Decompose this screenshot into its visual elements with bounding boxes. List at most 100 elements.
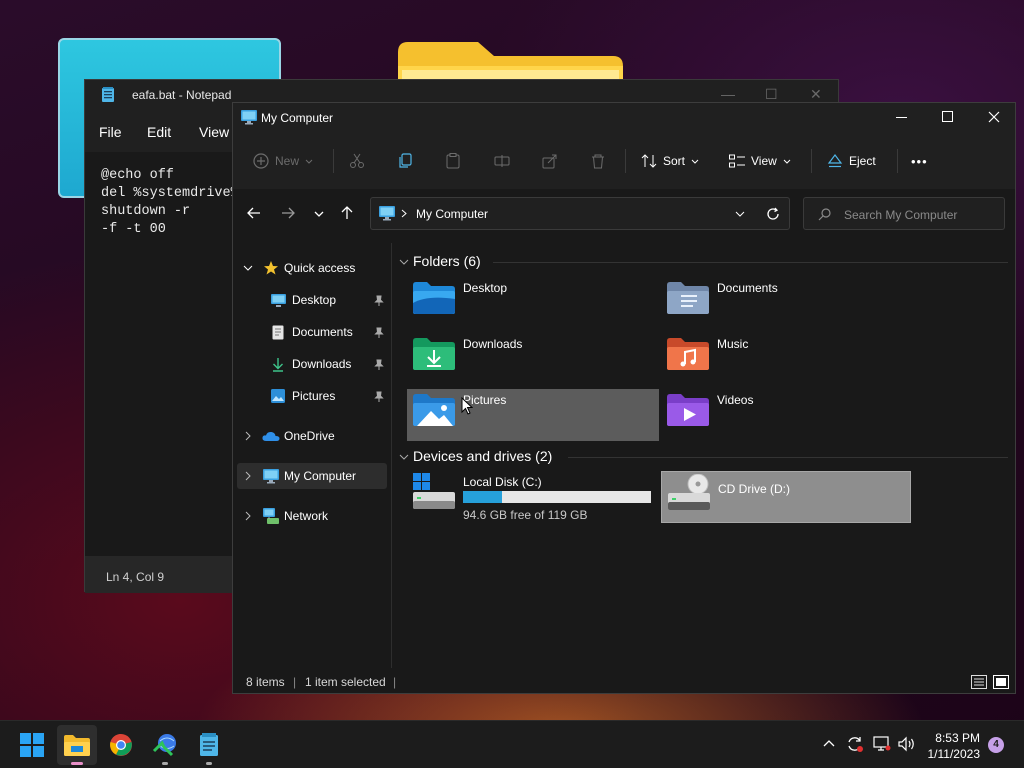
folder-videos[interactable]: Videos xyxy=(661,389,913,441)
sidebar-item-pictures[interactable]: Pictures xyxy=(269,383,389,409)
search-input[interactable]: Search My Computer xyxy=(803,197,1005,230)
local-disk-icon xyxy=(413,473,455,509)
explorer-window[interactable]: My Computer New Sort View Eject ••• My C… xyxy=(232,102,1016,694)
up-arrow-icon[interactable] xyxy=(341,206,353,220)
cloud-icon xyxy=(262,431,280,441)
chrome-icon xyxy=(110,734,132,756)
sidebar-item-desktop[interactable]: Desktop xyxy=(269,287,389,313)
folder-documents[interactable]: Documents xyxy=(661,277,913,329)
copy-button[interactable] xyxy=(398,133,414,189)
details-view-icon[interactable] xyxy=(971,675,987,689)
back-arrow-icon[interactable] xyxy=(247,207,261,219)
delete-button[interactable] xyxy=(590,133,606,189)
paste-button[interactable] xyxy=(445,133,461,189)
sidebar-item-onedrive[interactable]: OneDrive xyxy=(241,423,391,449)
globe-download-icon xyxy=(152,734,176,757)
eject-button[interactable]: Eject xyxy=(827,133,876,189)
download-arrow-icon xyxy=(273,357,283,372)
share-button[interactable] xyxy=(542,133,558,189)
windows-logo-icon xyxy=(20,733,44,757)
item-count: 8 items xyxy=(246,675,285,689)
more-options-button[interactable]: ••• xyxy=(911,133,928,189)
pane-divider[interactable] xyxy=(391,243,392,668)
taskbar-notepad[interactable] xyxy=(189,725,229,765)
clock[interactable]: 8:53 PM 1/11/2023 xyxy=(928,730,981,762)
sort-button[interactable]: Sort xyxy=(641,133,699,189)
clipboard-icon xyxy=(446,153,460,169)
pin-icon[interactable] xyxy=(374,327,384,338)
address-dropdown-icon[interactable] xyxy=(735,211,745,217)
sidebar-item-network[interactable]: Network xyxy=(241,503,391,529)
group-header-drives[interactable]: Devices and drives (2) xyxy=(413,448,552,464)
toolbar-separator xyxy=(333,149,334,173)
toolbar-separator xyxy=(897,149,898,173)
sort-icon xyxy=(641,154,657,168)
taskbar: 8:53 PM 1/11/2023 4 xyxy=(0,720,1024,768)
refresh-icon[interactable] xyxy=(766,207,780,221)
drive-c[interactable]: Local Disk (C:) 94.6 GB free of 119 GB xyxy=(407,471,657,525)
maximize-icon[interactable] xyxy=(942,111,953,122)
menu-edit[interactable]: Edit xyxy=(147,124,171,140)
network-status-icon[interactable] xyxy=(873,736,891,752)
selection-count: 1 item selected xyxy=(305,675,386,689)
pin-icon[interactable] xyxy=(374,391,384,402)
group-header-folders[interactable]: Folders (6) xyxy=(413,253,481,269)
active-app-indicator xyxy=(71,762,83,765)
start-button[interactable] xyxy=(12,725,52,765)
menu-view[interactable]: View xyxy=(199,124,229,140)
taskbar-network-app[interactable] xyxy=(145,725,185,765)
cursor-position: Ln 4, Col 9 xyxy=(106,570,165,584)
network-icon xyxy=(263,508,279,524)
sidebar-item-quick-access[interactable]: Quick access xyxy=(241,255,391,281)
sync-icon[interactable] xyxy=(846,735,864,753)
rename-button[interactable] xyxy=(494,133,510,189)
breadcrumb[interactable]: My Computer xyxy=(416,207,488,221)
address-bar[interactable]: My Computer xyxy=(370,197,790,230)
pin-icon[interactable] xyxy=(374,295,384,306)
desktop-folder-icon xyxy=(413,282,455,314)
chevron-down-icon[interactable] xyxy=(399,259,409,265)
taskbar-chrome[interactable] xyxy=(101,725,141,765)
navigation-pane: Quick access Desktop Documents Downloads… xyxy=(233,239,391,659)
breadcrumb-chevron-icon xyxy=(401,209,407,218)
sidebar-item-downloads[interactable]: Downloads xyxy=(269,351,389,377)
chevron-right-icon xyxy=(245,431,251,441)
search-icon xyxy=(818,208,831,221)
explorer-titlebar[interactable]: My Computer xyxy=(233,103,1015,133)
running-app-indicator xyxy=(206,762,212,765)
clock-date: 1/11/2023 xyxy=(927,747,981,761)
taskbar-file-explorer[interactable] xyxy=(57,725,97,765)
notification-badge[interactable]: 4 xyxy=(988,737,1004,753)
close-icon[interactable]: ✕ xyxy=(810,86,822,103)
folder-pictures[interactable]: Pictures xyxy=(407,389,659,441)
folder-desktop[interactable]: Desktop xyxy=(407,277,659,329)
chevron-down-icon[interactable] xyxy=(399,454,409,460)
drive-usage-fill xyxy=(463,491,502,503)
show-hidden-icons[interactable] xyxy=(823,739,835,747)
new-button[interactable]: New xyxy=(253,133,313,189)
view-button[interactable]: View xyxy=(729,133,791,189)
close-icon[interactable] xyxy=(988,111,1000,123)
drive-d[interactable]: CD Drive (D:) xyxy=(661,471,911,523)
clock-time: 8:53 PM xyxy=(935,731,980,745)
cut-button[interactable] xyxy=(349,133,365,189)
sidebar-item-my-computer[interactable]: My Computer xyxy=(237,463,387,489)
tiles-view-icon[interactable] xyxy=(993,675,1009,689)
volume-icon[interactable] xyxy=(898,736,916,752)
maximize-icon[interactable]: ☐ xyxy=(765,86,778,103)
chevron-down-icon xyxy=(691,159,699,164)
folder-music[interactable]: Music xyxy=(661,333,913,385)
desktop-icon xyxy=(271,293,286,307)
navigation-bar: My Computer Search My Computer xyxy=(233,189,1015,239)
menu-file[interactable]: File xyxy=(99,124,122,140)
recent-locations-icon[interactable] xyxy=(314,211,324,217)
forward-arrow-icon[interactable] xyxy=(281,207,295,219)
chevron-right-icon xyxy=(245,471,251,481)
folder-downloads[interactable]: Downloads xyxy=(407,333,659,385)
code-line: @echo off xyxy=(101,168,174,183)
minimize-icon[interactable] xyxy=(896,117,907,119)
minimize-icon[interactable]: — xyxy=(721,86,735,102)
toolbar-separator xyxy=(811,149,812,173)
pin-icon[interactable] xyxy=(374,359,384,370)
sidebar-item-documents[interactable]: Documents xyxy=(269,319,389,345)
